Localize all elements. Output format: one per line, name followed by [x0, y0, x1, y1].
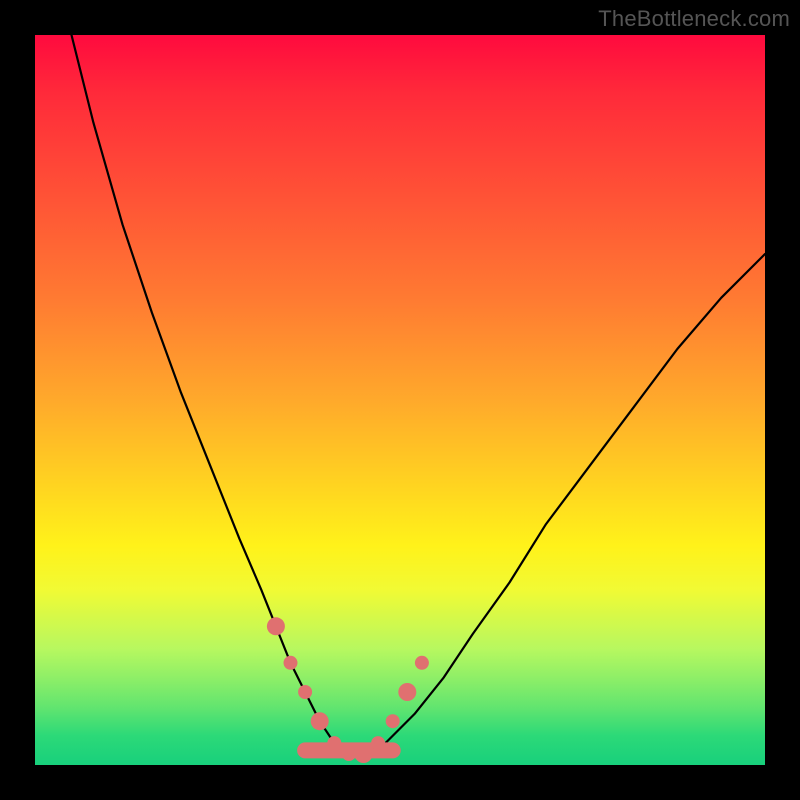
- marker-point: [355, 745, 373, 763]
- bottleneck-curve: [72, 35, 766, 754]
- watermark-text: TheBottleneck.com: [598, 6, 790, 32]
- marker-point: [398, 683, 416, 701]
- marker-point: [284, 656, 298, 670]
- marker-point: [267, 617, 285, 635]
- curve-markers: [267, 617, 429, 763]
- marker-point: [415, 656, 429, 670]
- marker-point: [371, 736, 385, 750]
- marker-point: [386, 714, 400, 728]
- marker-point: [327, 736, 341, 750]
- marker-point: [342, 747, 356, 761]
- gradient-plot-area: [35, 35, 765, 765]
- curve-svg: [35, 35, 765, 765]
- marker-point: [311, 712, 329, 730]
- marker-point: [298, 685, 312, 699]
- chart-frame: TheBottleneck.com: [0, 0, 800, 800]
